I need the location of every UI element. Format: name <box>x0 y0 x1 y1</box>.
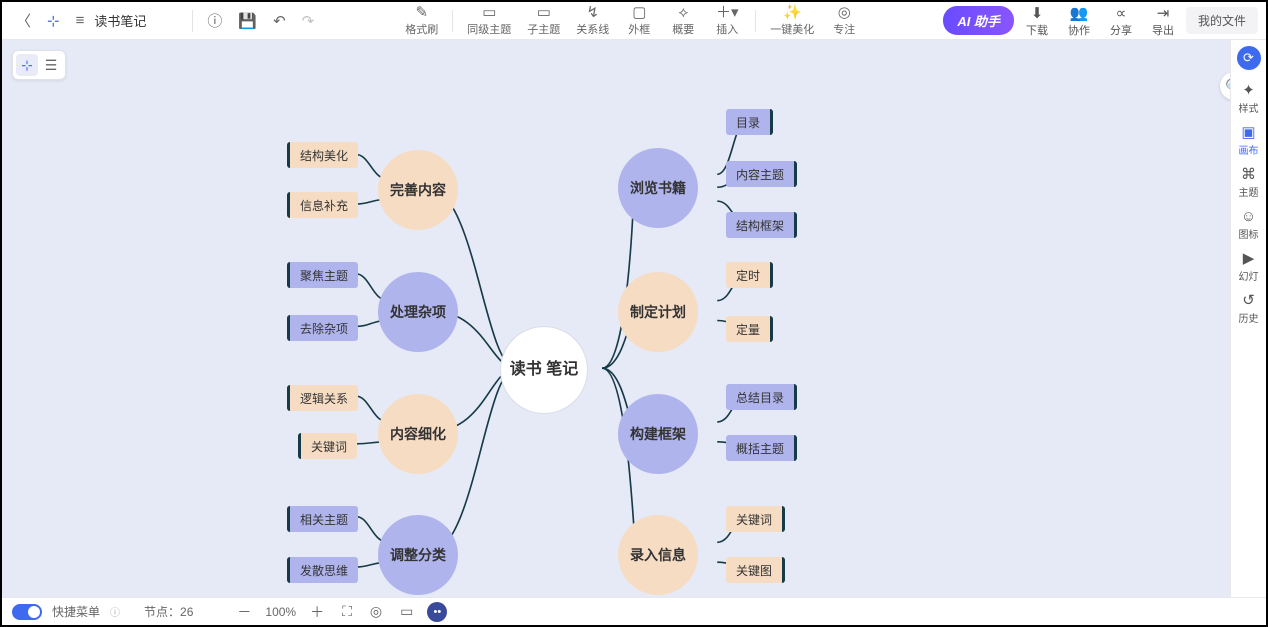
leaf[interactable]: 结构框架 <box>726 212 797 238</box>
node-left-0[interactable]: 完善内容 <box>378 150 458 230</box>
leaf[interactable]: 定量 <box>726 316 773 342</box>
menu-icon[interactable]: ≡ <box>70 8 91 33</box>
minimap-button[interactable]: ▭ <box>396 601 417 622</box>
node-right-1[interactable]: 制定计划 <box>618 272 698 352</box>
leaf[interactable]: 结构美化 <box>287 142 358 168</box>
locate-button[interactable]: ◎ <box>366 601 386 622</box>
leaf[interactable]: 定时 <box>726 262 773 288</box>
leaf[interactable]: 相关主题 <box>287 506 358 532</box>
leaf[interactable]: 逻辑关系 <box>287 385 358 411</box>
share-button[interactable]: ∝分享 <box>1102 4 1140 38</box>
zoom-in-button[interactable]: ＋ <box>306 600 328 624</box>
quickmenu-label: 快捷菜单 <box>52 603 100 620</box>
outline-frame-button[interactable]: ▢外框 <box>619 4 659 38</box>
ai-assistant-button[interactable]: AI 助手 <box>943 6 1014 35</box>
info-icon[interactable]: ⓘ <box>201 6 228 35</box>
mindmap-canvas[interactable]: ⊹ ☰ 🔍 ⟳ ✦样式 ▣画布 ⌘主题 ☺图标 ▶幻灯 ↺历史 <box>2 40 1266 597</box>
fit-screen-button[interactable]: ⛶ <box>338 601 356 622</box>
download-button[interactable]: ⬇下载 <box>1018 4 1056 38</box>
leaf[interactable]: 总结目录 <box>726 384 797 410</box>
my-files-button[interactable]: 我的文件 <box>1186 7 1258 34</box>
leaf[interactable]: 聚焦主题 <box>287 262 358 288</box>
leaf[interactable]: 信息补充 <box>287 192 358 218</box>
doc-title-input[interactable] <box>94 13 184 28</box>
summary-button[interactable]: ⟡概要 <box>663 4 703 38</box>
focus-button[interactable]: ◎专注 <box>824 4 864 38</box>
undo-icon[interactable]: ↶ <box>267 8 292 34</box>
node-right-3[interactable]: 录入信息 <box>618 515 698 595</box>
node-left-1[interactable]: 处理杂项 <box>378 272 458 352</box>
child-topic-button[interactable]: ▭子主题 <box>521 4 566 38</box>
back-icon[interactable]: 〈 <box>10 6 37 35</box>
node-right-0[interactable]: 浏览书籍 <box>618 148 698 228</box>
sync-icon[interactable]: ⟳ <box>1237 46 1261 70</box>
rside-theme[interactable]: ⌘主题 <box>1232 162 1266 202</box>
rside-canvas[interactable]: ▣画布 <box>1232 120 1266 160</box>
root-node[interactable]: 读书 笔记 <box>500 326 588 414</box>
redo-icon[interactable]: ↷ <box>296 8 321 34</box>
leaf[interactable]: 关键词 <box>298 433 357 459</box>
leaf[interactable]: 关键词 <box>726 506 785 532</box>
sibling-topic-button[interactable]: ▭同级主题 <box>461 4 517 38</box>
rside-style[interactable]: ✦样式 <box>1232 78 1266 118</box>
leaf[interactable]: 概括主题 <box>726 435 797 461</box>
leaf[interactable]: 内容主题 <box>726 161 797 187</box>
mindmap-mode-icon[interactable]: ⊹ <box>16 54 38 76</box>
quickmenu-toggle[interactable] <box>12 604 42 620</box>
node-left-2[interactable]: 内容细化 <box>378 394 458 474</box>
zoom-level: 100% <box>265 605 296 619</box>
rside-history[interactable]: ↺历史 <box>1232 288 1266 328</box>
relation-line-button[interactable]: ↯关系线 <box>570 4 615 38</box>
rside-icon[interactable]: ☺图标 <box>1232 204 1266 244</box>
node-left-3[interactable]: 调整分类 <box>378 515 458 595</box>
outline-mode-icon[interactable]: ☰ <box>40 54 62 76</box>
export-button[interactable]: ⇥导出 <box>1144 4 1182 38</box>
nodecount-label: 节点：26 <box>144 603 193 620</box>
rside-slide[interactable]: ▶幻灯 <box>1232 246 1266 286</box>
leaf[interactable]: 目录 <box>726 109 773 135</box>
format-painter-button[interactable]: ✎格式刷 <box>399 4 444 38</box>
leaf[interactable]: 发散思维 <box>287 557 358 583</box>
collab-button[interactable]: 👥协作 <box>1060 4 1098 38</box>
view-mode-toggle[interactable]: ⊹ ☰ <box>12 50 66 80</box>
mindmap-icon[interactable]: ⊹ <box>41 8 66 34</box>
leaf[interactable]: 关键图 <box>726 557 785 583</box>
insert-button[interactable]: ＋▾插入 <box>707 4 747 38</box>
node-right-2[interactable]: 构建框架 <box>618 394 698 474</box>
save-icon[interactable]: 💾 <box>232 8 263 34</box>
beautify-button[interactable]: ✨一键美化 <box>764 4 820 38</box>
right-sidebar: ⟳ ✦样式 ▣画布 ⌘主题 ☺图标 ▶幻灯 ↺历史 <box>1230 40 1266 597</box>
zoom-out-button[interactable]: － <box>233 600 255 624</box>
bot-avatar-icon[interactable]: •• <box>427 602 447 622</box>
leaf[interactable]: 去除杂项 <box>287 315 358 341</box>
